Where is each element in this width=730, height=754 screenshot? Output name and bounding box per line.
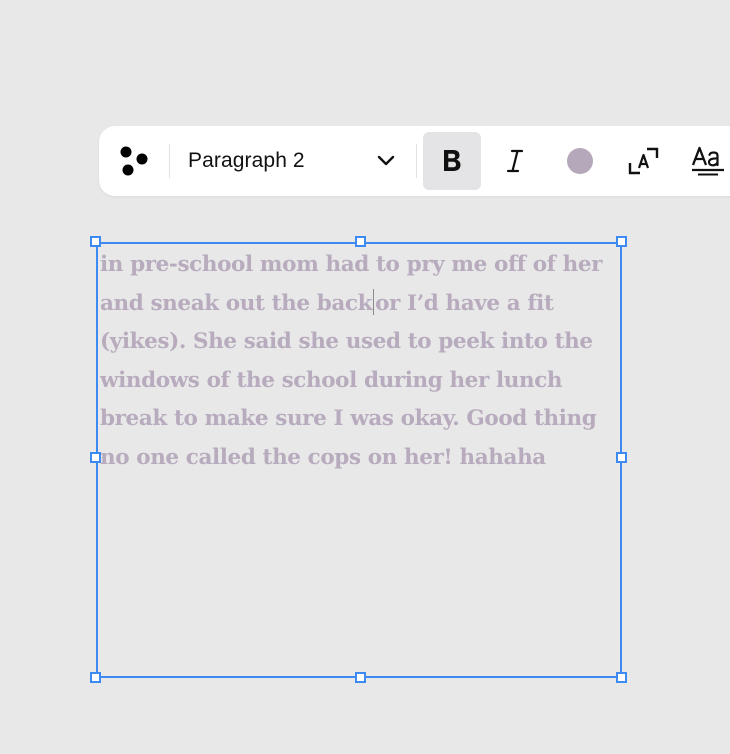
resize-handle-left[interactable]: [90, 452, 101, 463]
typography-icon: [691, 146, 724, 176]
selected-text-box[interactable]: in pre-school mom had to pry me off of h…: [96, 242, 622, 678]
text-segment: or I’d have a fit: [375, 290, 554, 316]
text-box-content[interactable]: in pre-school mom had to pry me off of h…: [100, 246, 620, 477]
resize-handle-right[interactable]: [616, 452, 627, 463]
text-line: and sneak out the back or I’d have a fit: [100, 285, 620, 324]
resize-handle-top-left[interactable]: [90, 236, 101, 247]
text-segment: and sneak out the back: [100, 290, 373, 316]
fit-text-button[interactable]: [615, 126, 673, 196]
more-options-button[interactable]: [107, 126, 163, 196]
resize-handle-bottom[interactable]: [355, 672, 366, 683]
text-line: windows of the school during her lunch: [100, 367, 563, 393]
resize-handle-bottom-right[interactable]: [616, 672, 627, 683]
resize-handle-top-right[interactable]: [616, 236, 627, 247]
editor-canvas[interactable]: Paragraph 2 in pre-school mom had to pry…: [0, 0, 730, 754]
text-line: no one called the cops on her! hahaha: [100, 444, 546, 470]
bold-icon: [444, 150, 461, 171]
resize-handle-top[interactable]: [355, 236, 366, 247]
chevron-down-icon: [377, 155, 395, 166]
bold-button[interactable]: [423, 132, 481, 190]
text-cursor: [373, 288, 375, 315]
toolbar-divider: [169, 144, 170, 178]
fit-text-icon: [628, 147, 659, 175]
text-line: break to make sure I was okay. Good thin…: [100, 406, 597, 431]
text-color-button[interactable]: [551, 126, 609, 196]
typography-button[interactable]: [679, 126, 730, 196]
text-line: (yikes). She said she used to peek into …: [100, 329, 593, 354]
italic-icon: [506, 149, 524, 173]
text-format-toolbar: Paragraph 2: [99, 126, 730, 196]
text-line: in pre-school mom had to pry me off of h…: [100, 252, 603, 277]
resize-handle-bottom-left[interactable]: [90, 672, 101, 683]
dots-icon: [120, 146, 148, 176]
toolbar-divider: [416, 144, 417, 178]
text-style-dropdown[interactable]: Paragraph 2: [177, 126, 407, 196]
italic-button[interactable]: [486, 126, 544, 196]
text-color-icon: [567, 148, 593, 174]
text-style-label: Paragraph 2: [188, 149, 305, 172]
